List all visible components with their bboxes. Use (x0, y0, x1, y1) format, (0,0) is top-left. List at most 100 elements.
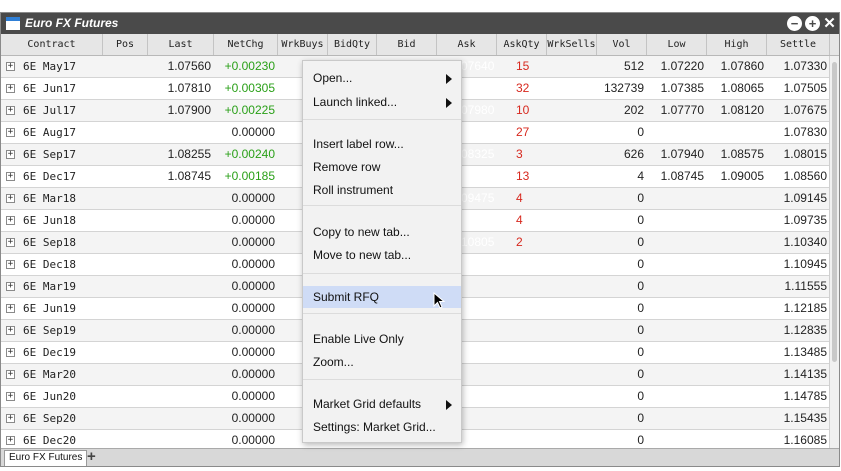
cell-netchg[interactable]: 0.00000 (214, 364, 278, 385)
cell-contract[interactable]: 6E Dec17 (23, 166, 103, 187)
cell-contract[interactable]: 6E Mar20 (23, 364, 103, 385)
cell-settle[interactable]: 1.09145 (767, 188, 830, 209)
cell-netchg[interactable]: 0.00000 (214, 232, 278, 253)
cell-high[interactable] (707, 320, 767, 341)
cell-last[interactable] (148, 122, 214, 143)
cell-contract[interactable]: 6E Jun17 (23, 78, 103, 99)
cell-settle[interactable]: 1.07505 (767, 78, 830, 99)
cell-contract[interactable]: 6E Dec19 (23, 342, 103, 363)
cell-low[interactable]: 1.07220 (647, 56, 707, 77)
menu-item-open[interactable]: Open... (303, 67, 461, 89)
cell-low[interactable] (647, 298, 707, 319)
cell-contract[interactable]: 6E Jun18 (23, 210, 103, 231)
column-header-contract[interactable]: Contract (1, 34, 103, 55)
cell-high[interactable] (707, 364, 767, 385)
column-header-vol[interactable]: Vol (597, 34, 647, 55)
cell-settle[interactable]: 1.08015 (767, 144, 830, 165)
menu-item-launch-linked[interactable]: Launch linked... (303, 91, 461, 113)
cell-vol[interactable]: 0 (597, 342, 647, 363)
cell-contract[interactable]: 6E Mar18 (23, 188, 103, 209)
cell-low[interactable]: 1.08745 (647, 166, 707, 187)
cell-low[interactable] (647, 364, 707, 385)
cell-high[interactable] (707, 232, 767, 253)
cell-high[interactable]: 1.08065 (707, 78, 767, 99)
expand-row-icon[interactable]: + (6, 194, 15, 203)
cell-settle[interactable]: 1.10340 (767, 232, 830, 253)
cell-contract[interactable]: 6E Dec18 (23, 254, 103, 275)
cell-askqty[interactable] (497, 276, 547, 297)
cell-vol[interactable]: 0 (597, 320, 647, 341)
cell-netchg[interactable]: 0.00000 (214, 298, 278, 319)
column-header-high[interactable]: High (707, 34, 767, 55)
cell-low[interactable] (647, 122, 707, 143)
cell-contract[interactable]: 6E Sep17 (23, 144, 103, 165)
cell-vol[interactable]: 202 (597, 100, 647, 121)
cell-settle[interactable]: 1.14785 (767, 386, 830, 407)
cell-low[interactable] (647, 320, 707, 341)
cell-askqty[interactable]: 13 (497, 166, 547, 187)
minimize-button[interactable]: − (787, 16, 802, 31)
cell-settle[interactable]: 1.07675 (767, 100, 830, 121)
vertical-scrollbar[interactable] (829, 56, 839, 461)
cell-contract[interactable]: 6E Sep19 (23, 320, 103, 341)
column-header-settle[interactable]: Settle (767, 34, 830, 55)
cell-settle[interactable]: 1.11555 (767, 276, 830, 297)
cell-contract[interactable]: 6E Jun20 (23, 386, 103, 407)
add-tab-button[interactable]: + (87, 449, 96, 465)
title-bar[interactable]: Euro FX Futures − + ✕ (1, 13, 839, 34)
cell-netchg[interactable]: 0.00000 (214, 386, 278, 407)
column-header-bid[interactable]: Bid (377, 34, 437, 55)
cell-last[interactable] (148, 386, 214, 407)
cell-settle[interactable]: 1.14135 (767, 364, 830, 385)
cell-last[interactable] (148, 408, 214, 429)
cell-netchg[interactable]: 0.00000 (214, 188, 278, 209)
cell-high[interactable] (707, 342, 767, 363)
cell-askqty[interactable] (497, 298, 547, 319)
cell-low[interactable] (647, 254, 707, 275)
cell-high[interactable] (707, 188, 767, 209)
cell-last[interactable] (148, 276, 214, 297)
expand-row-icon[interactable]: + (6, 370, 15, 379)
cell-askqty[interactable]: 27 (497, 122, 547, 143)
expand-row-icon[interactable]: + (6, 62, 15, 71)
cell-contract[interactable]: 6E Aug17 (23, 122, 103, 143)
menu-item-settings-market-grid[interactable]: Settings: Market Grid... (303, 416, 461, 438)
menu-item-enable-live-only[interactable]: Enable Live Only (303, 328, 461, 350)
cell-netchg[interactable]: 0.00000 (214, 122, 278, 143)
cell-high[interactable] (707, 276, 767, 297)
cell-askqty[interactable] (497, 254, 547, 275)
cell-netchg[interactable]: 0.00000 (214, 210, 278, 231)
expand-row-icon[interactable]: + (6, 106, 15, 115)
cell-high[interactable]: 1.08575 (707, 144, 767, 165)
cell-last[interactable] (148, 342, 214, 363)
tab-euro-fx-futures[interactable]: Euro FX Futures (4, 450, 88, 466)
cell-high[interactable]: 1.09005 (707, 166, 767, 187)
column-header-ask[interactable]: Ask (437, 34, 497, 55)
expand-row-icon[interactable]: + (6, 128, 15, 137)
expand-row-icon[interactable]: + (6, 150, 15, 159)
cell-low[interactable] (647, 342, 707, 363)
cell-high[interactable] (707, 254, 767, 275)
cell-vol[interactable]: 0 (597, 122, 647, 143)
expand-row-icon[interactable]: + (6, 348, 15, 357)
expand-row-icon[interactable]: + (6, 304, 15, 313)
expand-row-icon[interactable]: + (6, 414, 15, 423)
cell-settle[interactable]: 1.10945 (767, 254, 830, 275)
cell-askqty[interactable]: 32 (497, 78, 547, 99)
column-header-low[interactable]: Low (647, 34, 707, 55)
cell-vol[interactable]: 0 (597, 386, 647, 407)
menu-item-copy-to-new-tab[interactable]: Copy to new tab... (303, 221, 461, 243)
cell-netchg[interactable]: +0.00225 (214, 100, 278, 121)
cell-askqty[interactable]: 15 (497, 56, 547, 77)
cell-high[interactable] (707, 298, 767, 319)
expand-row-icon[interactable]: + (6, 436, 15, 445)
cell-contract[interactable]: 6E Sep18 (23, 232, 103, 253)
column-header-wrksells[interactable]: WrkSells (547, 34, 597, 55)
cell-low[interactable] (647, 408, 707, 429)
cell-netchg[interactable]: 0.00000 (214, 254, 278, 275)
cell-high[interactable] (707, 408, 767, 429)
cell-vol[interactable]: 0 (597, 276, 647, 297)
cell-askqty[interactable]: 3 (497, 144, 547, 165)
menu-item-zoom[interactable]: Zoom... (303, 351, 461, 373)
expand-row-icon[interactable]: + (6, 172, 15, 181)
